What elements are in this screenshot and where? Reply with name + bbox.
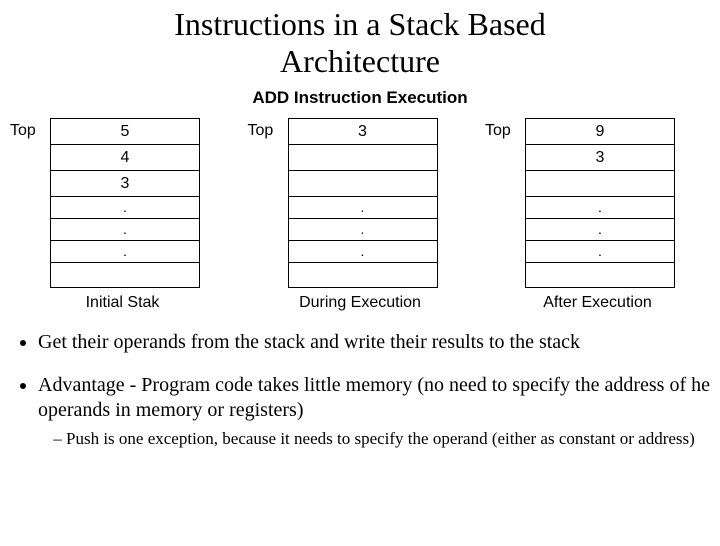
stack-cell — [288, 262, 438, 288]
stack-cell: . — [50, 196, 200, 218]
stack-during: Top 3 . . . During Execution — [248, 118, 473, 312]
stack-body: Top 5 4 3 . . . — [10, 118, 235, 288]
title-line-2: Architecture — [280, 43, 440, 79]
title-line-1: Instructions in a Stack Based — [174, 6, 545, 42]
stack-cell: 4 — [50, 144, 200, 170]
stack-after: Top 9 3 . . . After Execution — [485, 118, 710, 312]
stack-diagram: ADD Instruction Execution Top 5 4 3 . . … — [0, 88, 720, 312]
stack-table: 9 3 . . . — [525, 118, 675, 288]
stack-cell: . — [50, 240, 200, 262]
stack-body: Top 9 3 . . . — [485, 118, 710, 288]
stack-cell: . — [288, 240, 438, 262]
bullet-2: Advantage - Program code takes little me… — [38, 373, 710, 449]
stack-initial: Top 5 4 3 . . . Initial Stak — [10, 118, 235, 312]
top-label: Top — [485, 118, 525, 140]
stack-cell: . — [288, 196, 438, 218]
stack-cell — [50, 262, 200, 288]
top-label: Top — [248, 118, 288, 140]
stack-cell — [288, 144, 438, 170]
slide-title: Instructions in a Stack Based Architectu… — [0, 6, 720, 80]
stack-caption: During Execution — [248, 294, 473, 312]
bullet-1: Get their operands from the stack and wr… — [38, 330, 710, 355]
stack-cell: . — [50, 218, 200, 240]
stack-cell — [525, 170, 675, 196]
stack-table: 3 . . . — [288, 118, 438, 288]
stack-cell — [525, 262, 675, 288]
stack-cell: . — [525, 196, 675, 218]
bullet-list: Get their operands from the stack and wr… — [10, 330, 710, 449]
stack-cell: 3 — [50, 170, 200, 196]
stack-cell — [288, 170, 438, 196]
bullet-2-text: Advantage - Program code takes little me… — [38, 374, 710, 421]
stack-caption: Initial Stak — [10, 294, 235, 312]
diagram-heading: ADD Instruction Execution — [10, 88, 710, 108]
stack-cell: . — [525, 240, 675, 262]
stacks-row: Top 5 4 3 . . . Initial Stak Top 3 — [10, 118, 710, 312]
stack-caption: After Execution — [485, 294, 710, 312]
stack-cell: 3 — [525, 144, 675, 170]
stack-cell: . — [288, 218, 438, 240]
stack-cell: 9 — [525, 118, 675, 144]
stack-cell: 5 — [50, 118, 200, 144]
stack-body: Top 3 . . . — [248, 118, 473, 288]
stack-cell: . — [525, 218, 675, 240]
bullet-2-sub-1: Push is one exception, because it needs … — [66, 429, 710, 449]
stack-cell: 3 — [288, 118, 438, 144]
stack-table: 5 4 3 . . . — [50, 118, 200, 288]
top-label: Top — [10, 118, 50, 140]
